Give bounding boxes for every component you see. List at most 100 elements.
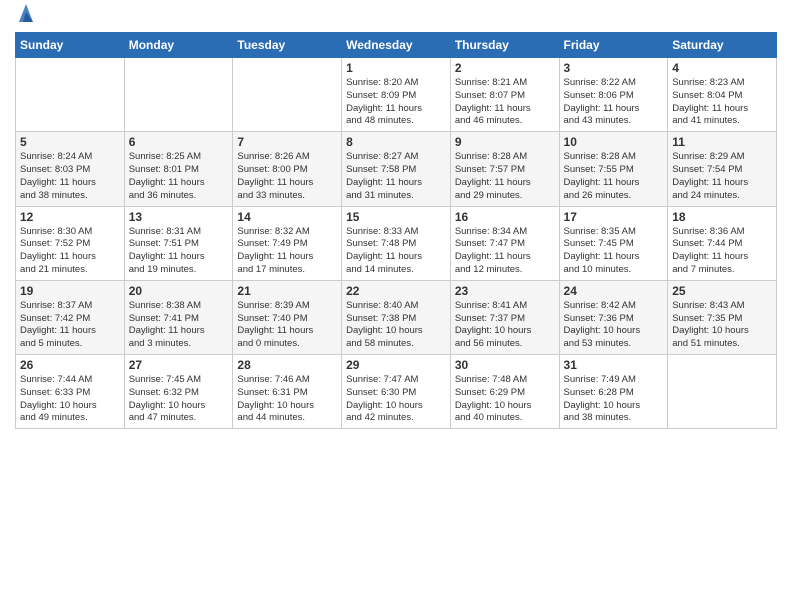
calendar-week-row: 12Sunrise: 8:30 AM Sunset: 7:52 PM Dayli…	[16, 206, 777, 280]
day-number: 20	[129, 284, 229, 298]
calendar-week-row: 26 Sunrise: 7:44 AM Sunset: 6:33 PM Dayli…	[16, 355, 777, 429]
calendar-cell: 28 Sunrise: 7:46 AM Sunset: 6:31 PM Dayli…	[233, 355, 342, 429]
day-number: 21	[237, 284, 337, 298]
day-number: 13	[129, 210, 229, 224]
calendar-cell: 17 Sunrise: 8:35 AM Sunset: 7:45 PM Dayli…	[559, 206, 668, 280]
day-number: 2	[455, 61, 555, 75]
day-number: 28	[237, 358, 337, 372]
day-info: Sunrise: 8:40 AM Sunset: 7:38 PM Dayligh…	[346, 300, 446, 351]
day-header-thursday: Thursday	[450, 33, 559, 58]
day-info: Sunrise: 8:43 AM Sunset: 7:35 PM Dayligh…	[672, 300, 772, 351]
calendar-cell: 11 Sunrise: 8:29 AM Sunset: 7:54 PM Dayli…	[668, 132, 777, 206]
calendar-cell: 31 Sunrise: 7:49 AM Sunset: 6:28 PM Dayli…	[559, 355, 668, 429]
calendar-cell: 26 Sunrise: 7:44 AM Sunset: 6:33 PM Dayli…	[16, 355, 125, 429]
day-info: Sunrise: 8:36 AM Sunset: 7:44 PM Dayligh…	[672, 226, 772, 277]
day-info: Sunrise: 8:22 AM Sunset: 8:06 PM Dayligh…	[564, 77, 664, 128]
day-info: Sunrise: 8:38 AM Sunset: 7:41 PM Dayligh…	[129, 300, 229, 351]
day-info: Sunrise: 8:28 AM Sunset: 7:57 PM Dayligh…	[455, 151, 555, 202]
calendar-cell: 9Sunrise: 8:28 AM Sunset: 7:57 PM Daylig…	[450, 132, 559, 206]
day-info: Sunrise: 8:35 AM Sunset: 7:45 PM Dayligh…	[564, 226, 664, 277]
day-info: Sunrise: 7:46 AM Sunset: 6:31 PM Dayligh…	[237, 374, 337, 425]
calendar-cell: 14 Sunrise: 8:32 AM Sunset: 7:49 PM Dayli…	[233, 206, 342, 280]
day-number: 22	[346, 284, 446, 298]
day-info: Sunrise: 8:23 AM Sunset: 8:04 PM Dayligh…	[672, 77, 772, 128]
logo-icon	[17, 2, 35, 24]
day-info: Sunrise: 8:24 AM Sunset: 8:03 PM Dayligh…	[20, 151, 120, 202]
calendar-cell: 1Sunrise: 8:20 AM Sunset: 8:09 PM Daylig…	[342, 58, 451, 132]
calendar-cell: 5 Sunrise: 8:24 AM Sunset: 8:03 PM Daylig…	[16, 132, 125, 206]
day-info: Sunrise: 7:48 AM Sunset: 6:29 PM Dayligh…	[455, 374, 555, 425]
day-number: 16	[455, 210, 555, 224]
day-number: 12	[20, 210, 120, 224]
day-number: 24	[564, 284, 664, 298]
day-header-monday: Monday	[124, 33, 233, 58]
calendar: SundayMondayTuesdayWednesdayThursdayFrid…	[15, 32, 777, 429]
calendar-cell: 16 Sunrise: 8:34 AM Sunset: 7:47 PM Dayli…	[450, 206, 559, 280]
calendar-cell: 22 Sunrise: 8:40 AM Sunset: 7:38 PM Dayli…	[342, 280, 451, 354]
day-info: Sunrise: 7:49 AM Sunset: 6:28 PM Dayligh…	[564, 374, 664, 425]
day-info: Sunrise: 8:21 AM Sunset: 8:07 PM Dayligh…	[455, 77, 555, 128]
calendar-cell: 25Sunrise: 8:43 AM Sunset: 7:35 PM Dayli…	[668, 280, 777, 354]
calendar-cell: 4Sunrise: 8:23 AM Sunset: 8:04 PM Daylig…	[668, 58, 777, 132]
day-number: 5	[20, 135, 120, 149]
day-info: Sunrise: 8:31 AM Sunset: 7:51 PM Dayligh…	[129, 226, 229, 277]
calendar-week-row: 1Sunrise: 8:20 AM Sunset: 8:09 PM Daylig…	[16, 58, 777, 132]
calendar-cell: 30 Sunrise: 7:48 AM Sunset: 6:29 PM Dayli…	[450, 355, 559, 429]
day-info: Sunrise: 8:37 AM Sunset: 7:42 PM Dayligh…	[20, 300, 120, 351]
day-header-friday: Friday	[559, 33, 668, 58]
calendar-cell: 7 Sunrise: 8:26 AM Sunset: 8:00 PM Daylig…	[233, 132, 342, 206]
calendar-cell: 15Sunrise: 8:33 AM Sunset: 7:48 PM Dayli…	[342, 206, 451, 280]
calendar-cell: 13 Sunrise: 8:31 AM Sunset: 7:51 PM Dayli…	[124, 206, 233, 280]
day-number: 30	[455, 358, 555, 372]
calendar-cell: 2 Sunrise: 8:21 AM Sunset: 8:07 PM Daylig…	[450, 58, 559, 132]
calendar-cell: 3Sunrise: 8:22 AM Sunset: 8:06 PM Daylig…	[559, 58, 668, 132]
day-header-sunday: Sunday	[16, 33, 125, 58]
day-info: Sunrise: 8:26 AM Sunset: 8:00 PM Dayligh…	[237, 151, 337, 202]
day-info: Sunrise: 8:41 AM Sunset: 7:37 PM Dayligh…	[455, 300, 555, 351]
calendar-cell	[124, 58, 233, 132]
calendar-cell	[16, 58, 125, 132]
day-number: 7	[237, 135, 337, 149]
calendar-week-row: 19 Sunrise: 8:37 AM Sunset: 7:42 PM Dayli…	[16, 280, 777, 354]
day-number: 23	[455, 284, 555, 298]
day-number: 6	[129, 135, 229, 149]
day-info: Sunrise: 8:33 AM Sunset: 7:48 PM Dayligh…	[346, 226, 446, 277]
day-number: 26	[20, 358, 120, 372]
calendar-cell	[668, 355, 777, 429]
day-header-saturday: Saturday	[668, 33, 777, 58]
calendar-cell: 18 Sunrise: 8:36 AM Sunset: 7:44 PM Dayli…	[668, 206, 777, 280]
day-number: 29	[346, 358, 446, 372]
calendar-cell: 29 Sunrise: 7:47 AM Sunset: 6:30 PM Dayli…	[342, 355, 451, 429]
day-header-tuesday: Tuesday	[233, 33, 342, 58]
day-number: 17	[564, 210, 664, 224]
day-info: Sunrise: 8:25 AM Sunset: 8:01 PM Dayligh…	[129, 151, 229, 202]
calendar-cell: 10Sunrise: 8:28 AM Sunset: 7:55 PM Dayli…	[559, 132, 668, 206]
header	[15, 10, 777, 24]
day-info: Sunrise: 8:28 AM Sunset: 7:55 PM Dayligh…	[564, 151, 664, 202]
day-header-wednesday: Wednesday	[342, 33, 451, 58]
day-number: 1	[346, 61, 446, 75]
calendar-header-row: SundayMondayTuesdayWednesdayThursdayFrid…	[16, 33, 777, 58]
logo	[15, 10, 35, 24]
day-number: 19	[20, 284, 120, 298]
calendar-cell: 20 Sunrise: 8:38 AM Sunset: 7:41 PM Dayli…	[124, 280, 233, 354]
day-number: 18	[672, 210, 772, 224]
calendar-cell: 6 Sunrise: 8:25 AM Sunset: 8:01 PM Daylig…	[124, 132, 233, 206]
day-info: Sunrise: 8:34 AM Sunset: 7:47 PM Dayligh…	[455, 226, 555, 277]
day-number: 14	[237, 210, 337, 224]
day-info: Sunrise: 8:32 AM Sunset: 7:49 PM Dayligh…	[237, 226, 337, 277]
calendar-cell: 27 Sunrise: 7:45 AM Sunset: 6:32 PM Dayli…	[124, 355, 233, 429]
day-info: Sunrise: 7:47 AM Sunset: 6:30 PM Dayligh…	[346, 374, 446, 425]
day-number: 11	[672, 135, 772, 149]
day-number: 27	[129, 358, 229, 372]
calendar-cell: 24Sunrise: 8:42 AM Sunset: 7:36 PM Dayli…	[559, 280, 668, 354]
page: SundayMondayTuesdayWednesdayThursdayFrid…	[0, 0, 792, 612]
day-info: Sunrise: 7:45 AM Sunset: 6:32 PM Dayligh…	[129, 374, 229, 425]
day-info: Sunrise: 7:44 AM Sunset: 6:33 PM Dayligh…	[20, 374, 120, 425]
day-number: 31	[564, 358, 664, 372]
calendar-cell: 23 Sunrise: 8:41 AM Sunset: 7:37 PM Dayli…	[450, 280, 559, 354]
day-info: Sunrise: 8:29 AM Sunset: 7:54 PM Dayligh…	[672, 151, 772, 202]
calendar-cell	[233, 58, 342, 132]
calendar-week-row: 5 Sunrise: 8:24 AM Sunset: 8:03 PM Daylig…	[16, 132, 777, 206]
day-info: Sunrise: 8:27 AM Sunset: 7:58 PM Dayligh…	[346, 151, 446, 202]
